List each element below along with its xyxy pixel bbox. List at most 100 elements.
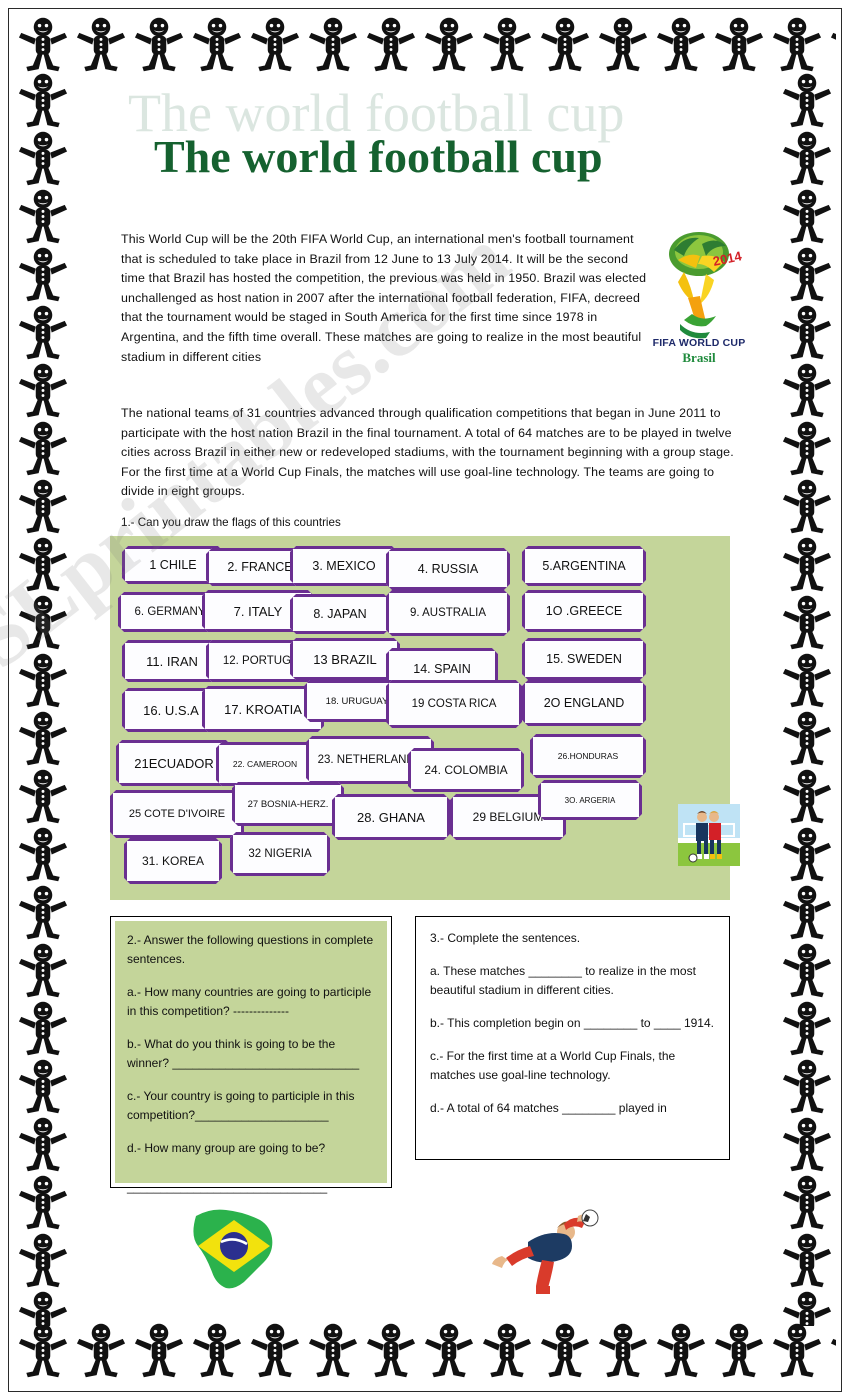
gingerbread-man-icon (72, 1320, 130, 1378)
gingerbread-man-icon (14, 186, 72, 244)
country-box[interactable]: 31. KOREA (124, 838, 222, 884)
gingerbread-man-icon (14, 302, 72, 360)
gingerbread-man-icon (14, 1172, 72, 1230)
gingerbread-man-icon (188, 14, 246, 72)
exercise-2-item-c[interactable]: c.- Your country is going to participle … (127, 1087, 375, 1125)
gingerbread-man-icon (778, 360, 836, 418)
gingerbread-man-icon (14, 1230, 72, 1288)
gingerbread-man-icon (778, 1172, 836, 1230)
gingerbread-man-icon (14, 244, 72, 302)
gingerbread-man-icon (778, 1056, 836, 1114)
country-box[interactable]: 9. AUSTRALIA (386, 590, 510, 636)
gingerbread-man-icon (14, 940, 72, 998)
gingerbread-man-icon (778, 766, 836, 824)
gingerbread-man-icon (14, 1288, 72, 1326)
border-right (778, 70, 836, 1326)
gingerbread-man-icon (246, 14, 304, 72)
exercise-2-instruction: 2.- Answer the following questions in co… (127, 933, 374, 966)
gingerbread-man-icon (14, 1056, 72, 1114)
gingerbread-man-icon (778, 534, 836, 592)
country-box[interactable]: 28. GHANA (332, 794, 450, 840)
country-box[interactable]: 15. SWEDEN (522, 638, 646, 680)
gingerbread-man-icon (652, 14, 710, 72)
gingerbread-man-icon (778, 302, 836, 360)
gingerbread-man-icon (14, 418, 72, 476)
country-box[interactable]: 3. MEXICO (290, 546, 398, 586)
border-bottom (14, 1320, 836, 1382)
exercise-2-answer-line[interactable]: ______________________________ (127, 1178, 375, 1197)
country-box[interactable]: 19 COSTA RICA (386, 680, 522, 728)
gingerbread-man-icon (14, 766, 72, 824)
exercise-2-item-b[interactable]: b.- What do you think is going to be the… (127, 1035, 375, 1073)
gingerbread-man-icon (14, 476, 72, 534)
gingerbread-man-icon (14, 1320, 72, 1378)
gingerbread-man-icon (778, 1230, 836, 1288)
country-grid-panel: 1 CHILE 2. FRANCE 3. MEXICO 4. RUSSIA 5.ARGE… (110, 536, 740, 900)
country-box[interactable]: 27 BOSNIA-HERZ. (232, 782, 344, 826)
gingerbread-man-icon (778, 1288, 836, 1326)
gingerbread-man-icon (478, 14, 536, 72)
worksheet-sheet: The world football cup The world footbal… (92, 83, 758, 1308)
exercise-2-item-d[interactable]: d.- How many group are going to be? (127, 1139, 375, 1158)
gingerbread-man-icon (304, 1320, 362, 1378)
exercise-3-item-d[interactable]: d.- A total of 64 matches ________ playe… (430, 1099, 715, 1118)
country-box[interactable]: 2O ENGLAND (522, 680, 646, 726)
gingerbread-man-icon (14, 998, 72, 1056)
gingerbread-man-icon (14, 650, 72, 708)
gingerbread-man-icon (826, 1320, 836, 1378)
gingerbread-man-icon (826, 14, 836, 72)
gingerbread-man-icon (778, 418, 836, 476)
gingerbread-man-icon (778, 186, 836, 244)
intro-paragraph-1: This World Cup will be the 20th FIFA Wor… (121, 232, 647, 364)
gingerbread-man-icon (778, 70, 836, 128)
country-box[interactable]: 4. RUSSIA (386, 548, 510, 590)
gingerbread-man-icon (778, 708, 836, 766)
country-box[interactable]: 24. COLOMBIA (408, 748, 524, 792)
exercise-2-box: 2.- Answer the following questions in co… (110, 916, 392, 1194)
country-box[interactable]: 3O. ARGERIA (538, 780, 642, 820)
exercise-3-item-a[interactable]: a. These matches ________ to realize in … (430, 962, 715, 1000)
country-box[interactable]: 1O .GREECE (522, 590, 646, 632)
gingerbread-man-icon (778, 940, 836, 998)
gingerbread-man-icon (778, 592, 836, 650)
exercise-3-item-b[interactable]: b.- This completion begin on ________ to… (430, 1014, 715, 1033)
gingerbread-man-icon (14, 1114, 72, 1172)
country-box[interactable]: 21ECUADOR (116, 740, 232, 786)
gingerbread-man-icon (130, 1320, 188, 1378)
gingerbread-man-icon (72, 14, 130, 72)
border-top (14, 14, 836, 76)
title-block: The world football cup The world footbal… (92, 83, 758, 204)
gingerbread-man-icon (304, 14, 362, 72)
country-box[interactable]: 13 BRAZIL (290, 638, 400, 680)
brazil-map-icon (176, 1200, 292, 1292)
gingerbread-man-icon (778, 650, 836, 708)
country-box[interactable]: 25 COTE D'IVOIRE (110, 790, 244, 838)
exercise-1-instruction: 1.- Can you draw the flags of this count… (121, 516, 341, 529)
gingerbread-man-icon (778, 882, 836, 940)
fifa-trophy-icon: 2014 FIFA WORLD CUP Brasil (644, 224, 754, 374)
country-box[interactable]: 8. JAPAN (290, 594, 390, 634)
country-box[interactable]: 32 NIGERIA (230, 832, 330, 876)
gingerbread-man-icon (14, 128, 72, 186)
country-box[interactable]: 5.ARGENTINA (522, 546, 646, 586)
gingerbread-man-icon (420, 1320, 478, 1378)
gingerbread-man-icon (14, 14, 72, 72)
gingerbread-man-icon (778, 824, 836, 882)
gingerbread-man-icon (420, 14, 478, 72)
fifa-caption-line1: FIFA WORLD CUP (652, 337, 746, 349)
country-box[interactable]: 26.HONDURAS (530, 734, 646, 778)
gingerbread-man-icon (14, 360, 72, 418)
gingerbread-man-icon (710, 1320, 768, 1378)
gingerbread-man-icon (188, 1320, 246, 1378)
gingerbread-man-icon (768, 1320, 826, 1378)
gingerbread-man-icon (594, 14, 652, 72)
country-box[interactable]: 22. CAMEROON (216, 742, 314, 786)
exercise-2-item-a[interactable]: a.- How many countries are going to part… (127, 983, 375, 1021)
exercise-3-item-c[interactable]: c.- For the first time at a World Cup Fi… (430, 1047, 715, 1085)
gingerbread-man-icon (478, 1320, 536, 1378)
intro-paragraph-2: The national teams of 31 countries advan… (121, 406, 734, 499)
gingerbread-man-icon (14, 534, 72, 592)
goalkeeper-icon (482, 1194, 602, 1294)
gingerbread-man-icon (536, 14, 594, 72)
gingerbread-man-icon (778, 1114, 836, 1172)
